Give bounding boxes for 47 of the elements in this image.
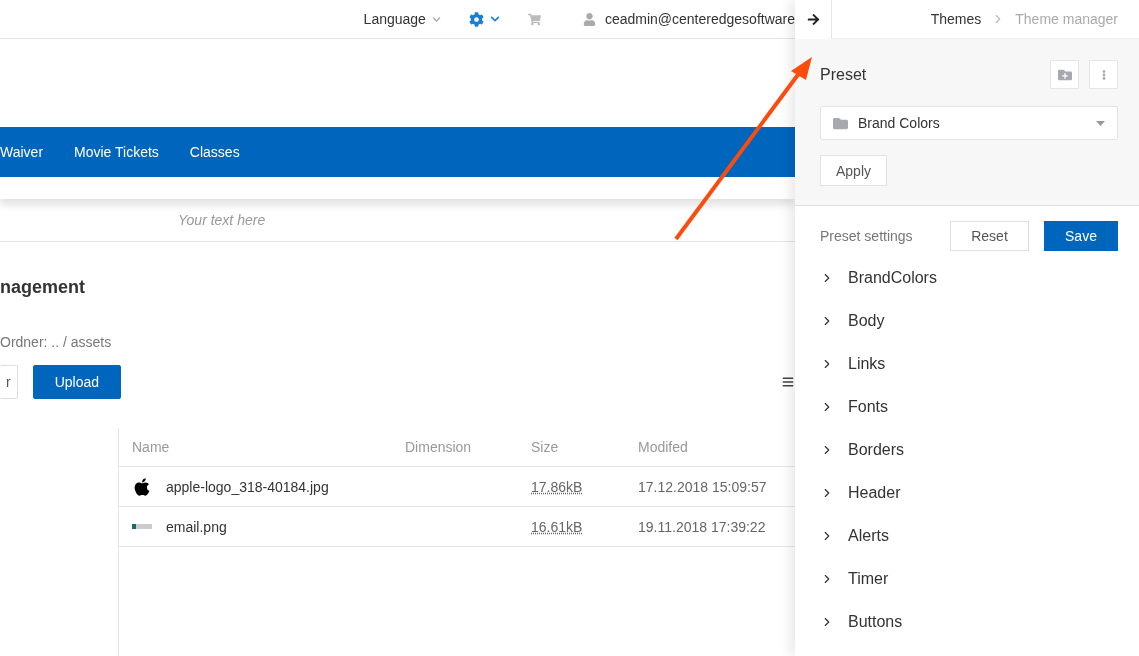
gear-icon [468, 11, 484, 27]
accordion-item[interactable]: Buttons [820, 600, 1118, 643]
file-size: 16.61kB [531, 518, 584, 535]
chevron-down-icon [431, 14, 441, 24]
nav-link[interactable]: Movie Tickets [74, 144, 159, 160]
placeholder-text: Your text here [178, 212, 266, 228]
folder-path: Ordner: .. / assets [0, 334, 113, 350]
save-button[interactable]: Save [1044, 221, 1118, 251]
accordion-item[interactable]: Header [820, 471, 1118, 514]
accordion-item[interactable]: Fonts [820, 385, 1118, 428]
folder-icon [833, 115, 848, 131]
add-folder-button[interactable] [1050, 60, 1079, 89]
accordion-item[interactable]: Alerts [820, 514, 1118, 557]
file-size: 17.86kB [531, 478, 584, 495]
list-view-icon[interactable] [782, 376, 794, 388]
page-title: nagement [0, 277, 87, 298]
user-icon [582, 12, 596, 26]
chevron-down-icon [489, 14, 500, 24]
folder-plus-icon [1057, 67, 1072, 82]
breadcrumb-link[interactable]: Themes [930, 11, 982, 27]
secondary-button[interactable]: r [0, 365, 18, 399]
collapse-button[interactable] [795, 0, 832, 39]
file-name[interactable]: email.png [166, 518, 227, 535]
image-thumbnail-icon [132, 524, 152, 529]
accordion-item[interactable]: Timer [820, 557, 1118, 600]
user-email[interactable]: ceadmin@centeredgesoftware [604, 11, 795, 27]
preset-select[interactable]: Brand Colors [820, 106, 1118, 140]
nav-link[interactable]: Classes [189, 144, 240, 160]
file-modified: 19.11.2018 17:39:22 [638, 518, 767, 535]
settings-title: Preset settings [820, 228, 914, 244]
apple-thumbnail-icon [132, 476, 152, 497]
arrow-right-icon [806, 12, 820, 26]
upload-button[interactable]: Upload [32, 365, 122, 399]
preset-title: Preset [820, 65, 868, 84]
file-name[interactable]: apple-logo_318-40184.jpg [166, 478, 329, 495]
accordion-item[interactable]: Body [820, 299, 1118, 342]
accordion-item[interactable]: Borders [820, 428, 1118, 471]
accordion-item[interactable]: BrandColors [820, 256, 1118, 299]
language-dropdown[interactable]: Language [363, 11, 441, 27]
accordion-item[interactable]: Links [820, 342, 1118, 385]
preset-value: Brand Colors [858, 115, 941, 131]
settings-dropdown[interactable] [468, 11, 500, 27]
reset-button[interactable]: Reset [950, 221, 1029, 251]
caret-icon [1096, 120, 1105, 126]
nav-link[interactable]: Waiver [0, 144, 44, 160]
file-modified: 17.12.2018 15:09:57 [638, 478, 768, 495]
apply-button[interactable]: Apply [820, 155, 888, 186]
